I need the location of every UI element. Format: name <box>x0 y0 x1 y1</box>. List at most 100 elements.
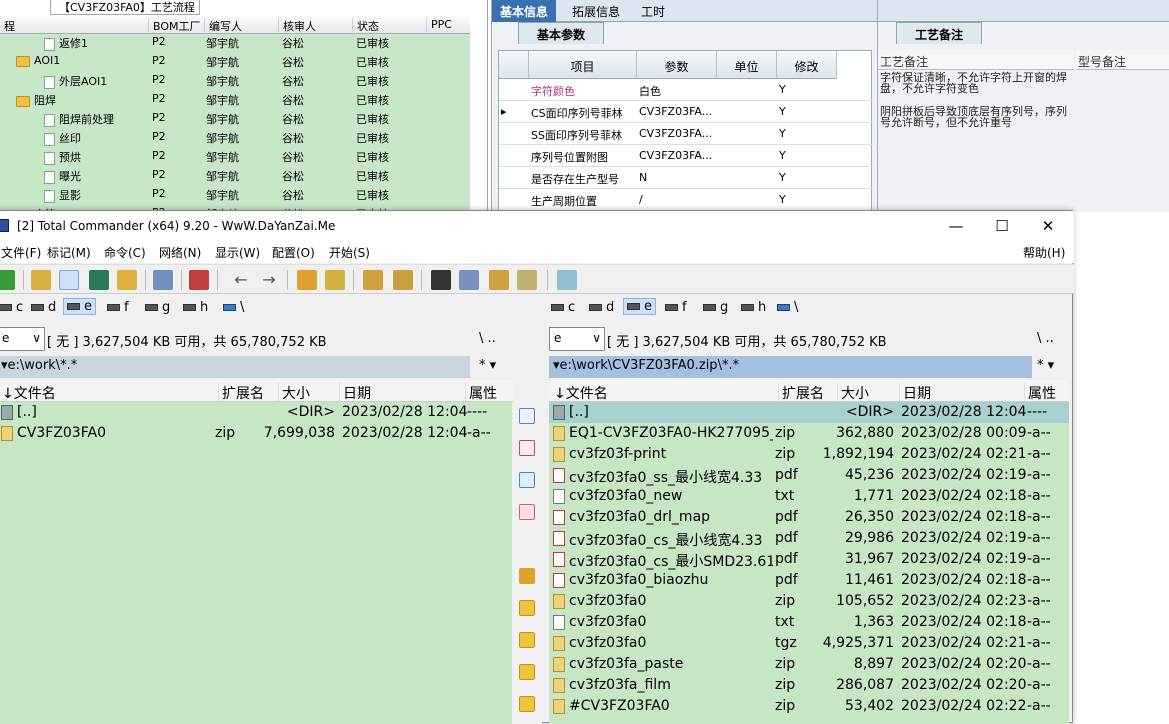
tree-row[interactable]: 预烘 P2 邹宇航 谷松 已审核 <box>0 146 470 165</box>
notepad-icon[interactable] <box>557 270 577 290</box>
file-row[interactable]: cv3fz03fa0_biaozhu pdf 11,461 2023/02/24 02… <box>549 570 1069 591</box>
thumbnail-view-icon[interactable] <box>89 270 109 290</box>
menu-help[interactable]: 帮助(H) <box>1023 244 1065 261</box>
tab-work-hours[interactable]: 工时 <box>633 0 673 22</box>
tree-view-icon[interactable] <box>117 270 137 290</box>
drive-d-left[interactable]: d <box>31 300 56 315</box>
param-value[interactable]: CV3FZ03FA... <box>639 149 715 162</box>
pack-icon[interactable] <box>297 270 317 290</box>
folder-icon[interactable] <box>519 696 535 712</box>
tree-row[interactable]: 阻焊 P2 邹宇航 谷松 已审核 <box>0 89 470 108</box>
multi-rename-icon[interactable] <box>459 270 479 290</box>
minimize-icon[interactable]: — <box>941 215 971 237</box>
tab-basic-info[interactable]: 基本信息 <box>492 0 557 22</box>
col-bom-factory[interactable]: BOM工厂 <box>148 18 201 33</box>
param-row[interactable]: 是否存在生产型号 N Y <box>499 167 873 189</box>
file-row[interactable]: cv3fz03f-print zip 1,892,194 2023/02/24 02:… <box>549 444 1069 465</box>
tree-row[interactable]: 曝光 P2 邹宇航 谷松 已审核 <box>0 165 470 184</box>
tree-row[interactable]: 丝印 P2 邹宇航 谷松 已审核 <box>0 127 470 146</box>
right-path-bar[interactable]: ▾e:\work\CV3FZ03FA0.zip\*.* <box>549 356 1032 378</box>
menu-net[interactable]: 网络(N) <box>159 244 201 261</box>
file-row[interactable]: cv3fz03fa_paste zip 8,897 2023/02/24 02:20-… <box>549 654 1069 675</box>
param-row[interactable]: 字符颜色 白色 Y <box>499 79 873 101</box>
drive-h-left[interactable]: h <box>183 300 208 315</box>
left-filter[interactable]: * ▾ <box>479 358 496 373</box>
file-row[interactable]: #CV3FZ03FA0 zip 53,402 2023/02/24 02:22 -a-- <box>549 696 1069 717</box>
param-row[interactable]: SS面印序列号菲林 CV3FZ03FA... Y <box>499 123 873 145</box>
left-col-size[interactable]: 大小 <box>278 383 310 402</box>
file-row[interactable]: cv3fz03fa0_cs_最小线宽4.33 pdf 29,986 2023/02/2… <box>549 528 1069 549</box>
copy-icon[interactable] <box>519 472 535 488</box>
drive-g-right[interactable]: g <box>703 300 728 315</box>
file-row[interactable]: cv3fz03fa0_drl_map pdf 26,350 2023/02/24 02… <box>549 507 1069 528</box>
file-row[interactable]: [..] <DIR> 2023/02/28 12:04 ---- <box>549 402 1069 423</box>
drive-c-right[interactable]: c <box>551 300 575 315</box>
find-file-icon[interactable] <box>519 408 535 424</box>
folder-icon[interactable] <box>519 632 535 648</box>
param-row[interactable]: 生产周期位置 / Y <box>499 189 873 211</box>
invert-selection-icon[interactable] <box>189 270 209 290</box>
folder-icon[interactable] <box>519 664 535 680</box>
drive-e-right[interactable]: e <box>623 298 656 315</box>
col-writer[interactable]: 编写人 <box>204 18 242 33</box>
file-row[interactable]: CV3FZ03FA0 zip 7,699,038 2023/02/28 12:04 -a… <box>0 423 513 444</box>
right-filter[interactable]: * ▾ <box>1037 358 1054 373</box>
col-reviewer[interactable]: 核审人 <box>278 18 316 33</box>
file-row[interactable]: cv3fz03fa_film zip 286,087 2023/02/24 02:20… <box>549 675 1069 696</box>
ftp-icon[interactable] <box>363 270 383 290</box>
url-icon[interactable] <box>393 270 413 290</box>
subtab-basic-params[interactable]: 基本参数 <box>518 22 605 44</box>
menu-show[interactable]: 显示(W) <box>215 244 260 261</box>
col-process[interactable]: 程 <box>0 18 15 33</box>
left-root-up[interactable]: \ .. <box>479 331 496 346</box>
right-col-attr[interactable]: 属性 <box>1024 383 1056 402</box>
tree-row[interactable]: 返修1 P2 邹宇航 谷松 已审核 <box>0 32 470 51</box>
param-value[interactable]: CV3FZ03FA... <box>639 127 715 140</box>
tab-extended-info[interactable]: 拓展信息 <box>564 0 628 22</box>
drive-f-left[interactable]: f <box>107 300 129 315</box>
file-row[interactable]: cv3fz03fa0_ss_最小线宽4.33 pdf 45,236 2023/02/2… <box>549 465 1069 486</box>
forward-arrow-icon[interactable]: → <box>259 270 279 290</box>
col-ppc[interactable]: PPC <box>426 18 452 32</box>
drive-f-right[interactable]: f <box>665 300 687 315</box>
grid-col-unit[interactable]: 单位 <box>717 51 777 79</box>
drive-h-right[interactable]: h <box>741 300 766 315</box>
file-row[interactable]: cv3fz03fa0_new txt 1,771 2023/02/24 02:18 -a… <box>549 486 1069 507</box>
network-drive-left[interactable]: \ <box>223 300 244 315</box>
compare-icon[interactable] <box>517 270 537 290</box>
right-col-ext[interactable]: 扩展名 <box>778 383 824 402</box>
param-row[interactable]: ▸ CS面印序列号菲林 CV3FZ03FA... Y <box>499 101 873 123</box>
tree-row[interactable]: 外层AOI1 P2 邹宇航 谷松 已审核 <box>0 70 470 89</box>
param-value[interactable]: 白色 <box>639 83 715 99</box>
menu-start[interactable]: 开始(S) <box>329 244 370 261</box>
search-icon[interactable] <box>431 270 451 290</box>
network-drive-right[interactable]: \ <box>777 300 798 315</box>
view-file-icon[interactable] <box>519 440 535 456</box>
left-col-attr[interactable]: 属性 <box>465 383 497 402</box>
refresh-icon[interactable] <box>0 270 15 290</box>
maximize-icon[interactable]: ☐ <box>987 215 1017 237</box>
menu-commands[interactable]: 命令(C) <box>104 244 146 261</box>
tree-row[interactable]: 显影 P2 邹宇航 谷松 已审核 <box>0 184 470 203</box>
left-col-name[interactable]: ↓文件名 <box>0 383 56 402</box>
right-col-date[interactable]: 日期 <box>899 383 931 402</box>
right-col-size[interactable]: 大小 <box>837 383 869 402</box>
drive-c-left[interactable]: c <box>0 300 23 315</box>
new-folder-icon[interactable] <box>519 600 535 616</box>
tree-row[interactable]: 阻焊前处理 P2 邹宇航 谷松 已审核 <box>0 108 470 127</box>
file-row[interactable]: cv3fz03fa0_cs_最小SMD23.619 pdf 31,967 2023/0… <box>549 549 1069 570</box>
tab-process-remarks[interactable]: 工艺备注 <box>896 22 983 44</box>
file-row[interactable]: cv3fz03fa0 tgz 4,925,371 2023/02/24 02:21 -a… <box>549 633 1069 654</box>
file-row[interactable]: [..] <DIR> 2023/02/28 12:04 ---- <box>0 402 513 423</box>
detailed-view-icon[interactable] <box>59 270 79 290</box>
tree-row[interactable]: AOI1 P2 邹宇航 谷松 已审核 <box>0 51 470 70</box>
left-path-bar[interactable]: ▾e:\work\*.* <box>0 356 470 378</box>
left-col-ext[interactable]: 扩展名 <box>218 383 264 402</box>
drive-d-right[interactable]: d <box>589 300 614 315</box>
grid-col-edit[interactable]: 修改 <box>777 51 837 79</box>
param-row[interactable]: 序列号位置附图 CV3FZ03FA... Y <box>499 145 873 167</box>
archive-icon[interactable] <box>519 568 535 584</box>
file-row[interactable]: EQ1-CV3FZ03FA0-HK277095_0 zip 362,880 2023/… <box>549 423 1069 444</box>
grid-col-item[interactable]: 项目 <box>529 51 637 79</box>
back-arrow-icon[interactable]: ← <box>231 270 251 290</box>
